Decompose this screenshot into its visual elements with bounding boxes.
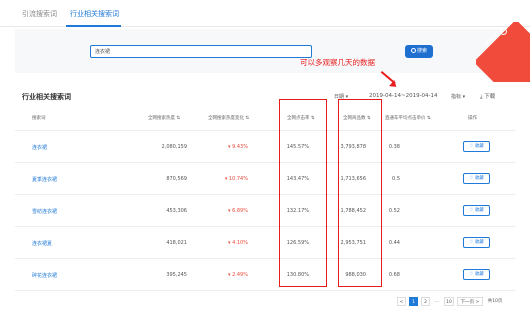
heart-icon: ♡	[469, 176, 474, 181]
favorite-button[interactable]: ♡ 收藏	[463, 141, 490, 152]
section-title: 行业相关搜索词	[22, 93, 71, 101]
table-row-keyword[interactable]: 雪纺连衣裙	[32, 208, 57, 215]
annotation-text: 可以多观察几天的数据	[300, 58, 375, 67]
table-row-heat: 870,569	[166, 176, 187, 182]
row-divider	[15, 290, 515, 291]
table-row-keyword[interactable]: 连衣裙夏	[32, 240, 52, 247]
pagination-total: 共10页	[487, 299, 503, 304]
pagination-ellipsis: ...	[434, 299, 440, 304]
tab-industry-keywords[interactable]: 行业相关搜索词	[70, 9, 119, 19]
page-button-1[interactable]: 1	[409, 297, 418, 306]
heart-icon: ♡	[469, 208, 474, 213]
row-divider	[15, 226, 515, 227]
table-row-heat: 418,021	[166, 240, 187, 246]
table-row-cpc: 0.5	[392, 176, 400, 182]
search-input[interactable]	[90, 45, 312, 58]
table-row-heat: 453,306	[166, 208, 187, 214]
row-divider	[15, 194, 515, 195]
th-action: 操作	[468, 116, 477, 121]
favorite-button[interactable]: ♡ 收藏	[463, 173, 490, 184]
ctr-highlight-box	[279, 99, 327, 287]
row-divider	[15, 130, 515, 131]
table-row-heat: 395,245	[166, 272, 187, 278]
table-row-cpc: 0.52	[388, 208, 400, 214]
next-page-button[interactable]: 下一页 >	[457, 297, 483, 306]
table-header: 搜索词 全网搜索热度 ⇅ 全网搜索热度变化 ⇅ 全网点击率 ⇅ 全网商品数 ⇅ …	[15, 106, 515, 130]
download-button[interactable]: ⤓ 下载	[480, 92, 495, 101]
page-button-2[interactable]: 2	[421, 297, 430, 306]
active-tab-indicator	[66, 25, 121, 27]
tab-traffic-keywords[interactable]: 引流搜索词	[22, 9, 57, 19]
th-cpc[interactable]: 直通车平均点击单价 ⇅	[385, 115, 431, 121]
annotation-arrow-head	[389, 80, 399, 90]
table-row-heat-change: ▾ 4.10%	[228, 240, 248, 246]
table-row-cpc: 0.44	[388, 240, 400, 246]
table-row-cpc: 0.68	[388, 272, 400, 278]
metric-selector[interactable]: 指标 ▾	[451, 93, 465, 100]
tab-bar: 引流搜索词 行业相关搜索词	[0, 0, 530, 27]
metric-label: 指标	[451, 94, 462, 100]
table-row-heat-change: ▾ 9.43%	[228, 144, 248, 150]
products-highlight-box	[338, 99, 382, 287]
download-label: 下载	[484, 94, 496, 100]
table-row-heat-change: ▾ 2.49%	[228, 272, 248, 278]
heart-icon: ♡	[469, 272, 474, 277]
favorite-button[interactable]: ♡ 收藏	[463, 269, 490, 280]
search-button-label: 搜索	[416, 48, 427, 54]
heart-icon: ♡	[469, 240, 474, 245]
table-row-keyword[interactable]: 碎花连衣裙	[32, 272, 57, 279]
table-row-keyword[interactable]: 夏季连衣裙	[32, 176, 57, 183]
heart-icon: ♡	[469, 144, 474, 149]
table-row-heat-change: ▾ 6.89%	[228, 208, 248, 214]
row-divider	[15, 258, 515, 259]
prev-page-button[interactable]: <	[397, 297, 406, 306]
search-icon	[410, 48, 416, 53]
table-row-heat: 2,080,159	[161, 144, 187, 150]
favorite-button[interactable]: ♡ 收藏	[463, 205, 490, 216]
th-keyword: 搜索词	[32, 116, 46, 121]
th-heat[interactable]: 全网搜索热度 ⇅	[148, 115, 180, 121]
row-divider	[15, 162, 515, 163]
th-heat-change[interactable]: 全网搜索热度变化 ⇅	[208, 115, 249, 121]
page-button-10[interactable]: 10	[444, 297, 454, 306]
search-button[interactable]: 搜索	[405, 45, 433, 58]
table-row-cpc: 0.38	[388, 144, 400, 150]
clock-icon	[500, 28, 507, 35]
favorite-button[interactable]: ♡ 收藏	[463, 237, 490, 248]
table-row-keyword[interactable]: 连衣裙	[32, 144, 47, 151]
table-row-heat-change: ▾ 10.74%	[224, 176, 248, 182]
